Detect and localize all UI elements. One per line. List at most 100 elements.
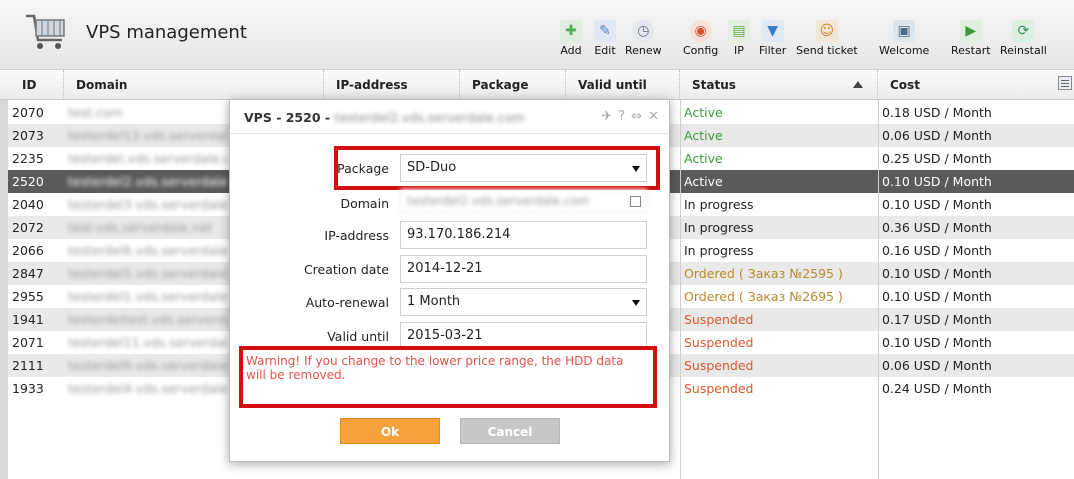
row-status: In progress	[684, 197, 754, 212]
row-cost: 0.18 USD / Month	[882, 105, 992, 120]
column-settings-icon[interactable]	[1058, 76, 1072, 90]
restart-button[interactable]: ▶ Restart	[951, 20, 991, 57]
row-status: Suspended	[684, 312, 754, 327]
config-icon: ◉	[689, 20, 712, 42]
reinstall-button[interactable]: ⟳ Reinstall	[1000, 20, 1047, 57]
edit-icon: ✎	[594, 20, 616, 42]
vps-edit-dialog: VPS - 2520 - testerdel2.vds.serverdale.c…	[229, 99, 670, 462]
help-icon[interactable]: ?	[618, 109, 625, 124]
add-icon: ✚	[560, 20, 582, 42]
column-id[interactable]: ID	[10, 70, 64, 100]
dialog-title-domain: testerdel2.vds.serverdale.com	[334, 110, 525, 125]
row-domain: testerdel13.vds.serverdale.com	[68, 128, 228, 143]
row-id: 1941	[12, 312, 44, 327]
ip-button[interactable]: ▤ IP	[728, 20, 750, 57]
reinstall-icon: ⟳	[1012, 20, 1035, 42]
row-domain: testerdel11.vds.serverdale	[68, 335, 228, 350]
ip-icon: ▤	[728, 20, 750, 42]
row-domain: testerdel6.vds.serverdale.com	[68, 243, 228, 258]
row-id: 2072	[12, 220, 44, 235]
column-status[interactable]: Status	[680, 70, 878, 100]
row-status: In progress	[684, 243, 754, 258]
auto-renewal-label: Auto-renewal	[305, 295, 389, 310]
row-cost: 0.06 USD / Month	[882, 358, 992, 373]
row-domain: testerdel4.vds.serverdale.com	[68, 381, 228, 396]
column-ip-address[interactable]: IP-address	[324, 70, 460, 100]
auto-renewal-row: Auto-renewal 1 Month	[230, 288, 669, 316]
row-cost: 0.10 USD / Month	[882, 197, 992, 212]
row-status: Active	[684, 128, 723, 143]
shopping-cart-icon	[26, 14, 65, 49]
row-domain: testerdel2.vds.serverdale.com	[68, 174, 228, 189]
row-cost: 0.10 USD / Month	[882, 335, 992, 350]
row-id: 2066	[12, 243, 44, 258]
pin-icon[interactable]: ✈	[601, 109, 612, 124]
row-id: 2235	[12, 151, 44, 166]
row-status: Suspended	[684, 335, 754, 350]
row-status: Suspended	[684, 381, 754, 396]
chevron-down-icon	[632, 300, 640, 306]
edit-button[interactable]: ✎ Edit	[594, 20, 616, 57]
row-domain: testerdeltest.vds.serverdale	[68, 312, 228, 327]
row-id: 1933	[12, 381, 44, 396]
row-cost: 0.10 USD / Month	[882, 174, 992, 189]
row-cost: 0.10 USD / Month	[882, 289, 992, 304]
ip-label: IP-address	[324, 228, 389, 243]
renew-icon: ◷	[632, 20, 655, 42]
left-scrollbar[interactable]	[0, 100, 8, 479]
renew-button[interactable]: ◷ Renew	[625, 20, 662, 57]
row-domain: test-vds.serverdale.net	[68, 220, 213, 235]
ip-field[interactable]: 93.170.186.214	[400, 221, 647, 249]
filter-button[interactable]: ▼ Filter	[759, 20, 786, 57]
row-id: 2040	[12, 197, 44, 212]
row-domain: testerdel.vds.serverdale.com	[68, 151, 228, 166]
row-id: 2071	[12, 335, 44, 350]
welcome-button[interactable]: ▣ Welcome	[879, 20, 929, 57]
send-ticket-button[interactable]: ☺ Send ticket	[796, 20, 858, 57]
row-domain: testerdel3.vds.serverdale.com	[68, 197, 228, 212]
table-header: ID Domain IP-address Package Valid until…	[0, 70, 1074, 100]
column-cost[interactable]: Cost	[878, 70, 1074, 100]
domain-label: Domain	[340, 196, 389, 211]
row-status: Active	[684, 151, 723, 166]
filter-icon: ▼	[761, 20, 784, 42]
send-ticket-icon: ☺	[815, 20, 838, 42]
row-status: Active	[684, 105, 723, 120]
contact-card-icon[interactable]	[630, 196, 641, 207]
dialog-tools: ✈ ? ⇔ ✕	[601, 109, 659, 124]
close-icon[interactable]: ✕	[648, 109, 659, 124]
row-domain: testerdel9.vds.serverdale.com	[68, 358, 228, 373]
row-cost: 0.10 USD / Month	[882, 266, 992, 281]
cancel-button[interactable]: Cancel	[460, 418, 560, 444]
auto-renewal-select[interactable]: 1 Month	[400, 288, 647, 316]
ok-button[interactable]: Ok	[340, 418, 440, 444]
row-id: 2955	[12, 289, 44, 304]
column-package[interactable]: Package	[460, 70, 566, 100]
row-id: 2847	[12, 266, 44, 281]
domain-row: Domain testerdel2.vds.serverdale.com	[230, 189, 669, 217]
row-status: Active	[684, 174, 723, 189]
row-domain: testerdel1.vds.serverdale.com	[68, 289, 228, 304]
row-status: Suspended	[684, 358, 754, 373]
config-button[interactable]: ◉ Config	[683, 20, 718, 57]
row-id: 2111	[12, 358, 44, 373]
add-button[interactable]: ✚ Add	[560, 20, 582, 57]
column-domain[interactable]: Domain	[64, 70, 324, 100]
domain-field[interactable]: testerdel2.vds.serverdale.com	[400, 189, 647, 213]
maximize-icon[interactable]: ⇔	[631, 109, 642, 124]
creation-date-row: Creation date 2014-12-21	[230, 255, 669, 283]
welcome-icon: ▣	[893, 20, 916, 42]
valid-until-label: Valid until	[327, 329, 389, 344]
column-valid-until[interactable]: Valid until	[566, 70, 680, 100]
dialog-header: VPS - 2520 - testerdel2.vds.serverdale.c…	[230, 100, 669, 134]
row-cost: 0.06 USD / Month	[882, 128, 992, 143]
dialog-title: VPS - 2520 - testerdel2.vds.serverdale.c…	[244, 110, 525, 125]
app-header: VPS management ✚ Add ✎ Edit ◷ Renew ◉ Co…	[0, 0, 1074, 70]
row-cost: 0.36 USD / Month	[882, 220, 992, 235]
row-id: 2520	[12, 174, 44, 189]
sort-ascending-icon[interactable]	[853, 81, 863, 88]
package-highlight	[334, 146, 660, 190]
page-title: VPS management	[86, 22, 247, 43]
row-status: In progress	[684, 220, 754, 235]
creation-date-field[interactable]: 2014-12-21	[400, 255, 647, 283]
